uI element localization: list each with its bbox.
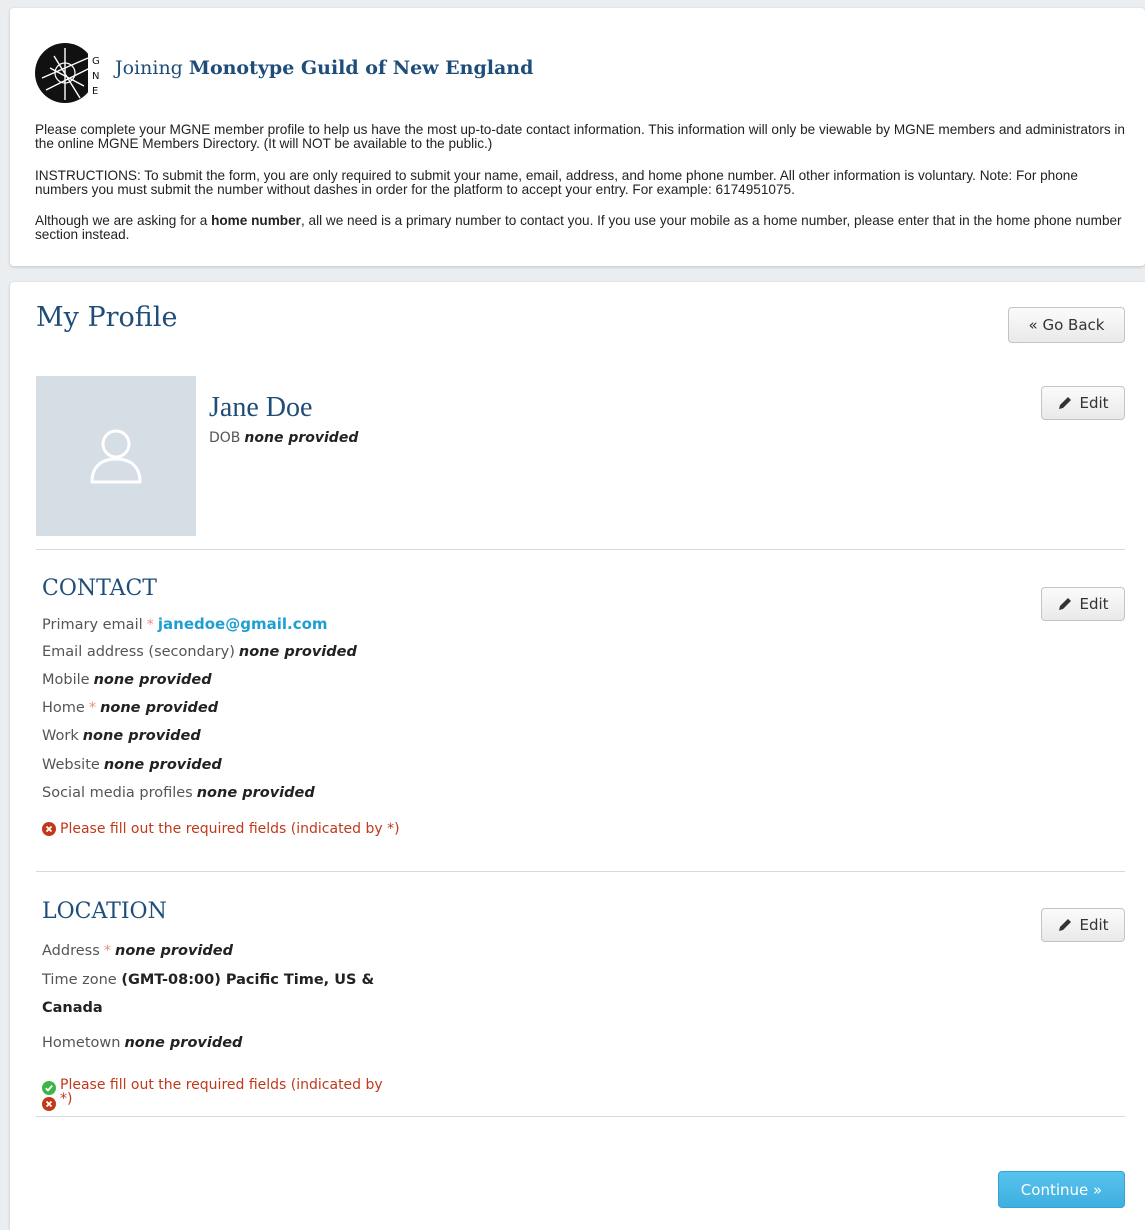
edit-location-label: Edit	[1079, 916, 1109, 934]
divider	[36, 871, 1125, 872]
hometown-field: Hometown none provided	[42, 1035, 242, 1051]
intro-paragraph-3: Although we are asking for a home number…	[35, 214, 1130, 242]
location-warning: Please fill out the required fields (ind…	[42, 1078, 383, 1111]
dob-value: none provided	[244, 430, 359, 446]
primary-email-value[interactable]: janedoe@gmail.com	[158, 615, 328, 633]
field-label: Mobile	[42, 672, 90, 688]
field-value: none provided	[115, 943, 233, 959]
required-marker: *	[88, 700, 97, 716]
field-label: Social media profiles	[42, 785, 193, 801]
edit-profile-button[interactable]: Edit	[1041, 386, 1125, 420]
contact-warning: Please fill out the required fields (ind…	[42, 821, 400, 837]
dob-label: DOB	[209, 430, 241, 446]
field-label: Primary email	[42, 617, 143, 633]
required-marker: *	[103, 943, 111, 959]
field-label: Hometown	[42, 1035, 121, 1051]
logo-letter-g: G	[92, 56, 100, 67]
location-warning-text: Please fill out the required fields (ind…	[60, 1078, 383, 1106]
org-title-name: Monotype Guild of New England	[188, 57, 534, 79]
profile-card: My Profile « Go Back Jane Doe DOB none pr…	[10, 282, 1145, 1230]
field-value: none provided	[93, 672, 212, 688]
gne-logo-icon: G N E	[35, 43, 102, 103]
primary-email-field: Primary email * janedoe@gmail.com	[42, 615, 328, 633]
required-marker: *	[146, 617, 154, 633]
home-phone-field: Home * none provided	[42, 700, 218, 716]
avatar[interactable]	[36, 376, 196, 536]
edit-profile-label: Edit	[1079, 394, 1109, 412]
intro-card: G N E Joining Monotype Guild of New Engl…	[10, 8, 1145, 266]
edit-location-button[interactable]: Edit	[1041, 908, 1125, 942]
field-label: Email address (secondary)	[42, 644, 235, 660]
field-label: Address	[42, 943, 100, 959]
pencil-icon	[1059, 397, 1072, 409]
edit-contact-label: Edit	[1079, 595, 1109, 613]
intro-paragraph-1: Please complete your MGNE member profile…	[35, 122, 1125, 151]
continue-button[interactable]: Continue »	[998, 1171, 1125, 1208]
logo-letter-e: E	[92, 86, 98, 97]
page-title: My Profile	[36, 302, 178, 333]
website-field: Website none provided	[42, 757, 222, 773]
intro-paragraph-2: INSTRUCTIONS: To submit the form, you ar…	[35, 168, 1078, 197]
pencil-icon	[1059, 598, 1072, 610]
field-label: Home	[42, 700, 85, 716]
field-label: Time zone	[42, 972, 117, 988]
field-value: none provided	[103, 757, 222, 773]
secondary-email-field: Email address (secondary) none provided	[42, 644, 357, 660]
error-circle-icon	[42, 822, 56, 836]
field-value: none provided	[100, 700, 219, 716]
work-phone-field: Work none provided	[42, 728, 201, 744]
mobile-field: Mobile none provided	[42, 672, 212, 688]
dob-field: DOB none provided	[209, 430, 358, 446]
field-label: Work	[42, 728, 79, 744]
time-zone-field: Time zone (GMT-08:00) Pacific Time, US &…	[42, 966, 402, 1022]
user-silhouette-icon	[90, 429, 142, 484]
address-field: Address * none provided	[42, 943, 233, 959]
location-section-title: LOCATION	[42, 899, 167, 924]
divider	[36, 549, 1125, 550]
person-name: Jane Doe	[209, 392, 313, 423]
field-value: none provided	[124, 1035, 243, 1051]
location-warning-line1: Please fill out the required fields (ind…	[60, 1077, 383, 1093]
org-title-prefix: Joining	[115, 57, 183, 79]
location-warning-icons	[42, 1081, 56, 1111]
intro-3-bold: home number	[211, 213, 301, 228]
field-value: none provided	[196, 785, 315, 801]
field-label: Website	[42, 757, 100, 773]
error-circle-icon	[42, 1097, 56, 1111]
divider	[36, 1116, 1125, 1117]
edit-contact-button[interactable]: Edit	[1041, 587, 1125, 621]
check-circle-icon	[42, 1081, 56, 1095]
field-value: none provided	[82, 728, 201, 744]
contact-section-title: CONTACT	[42, 576, 157, 601]
field-value: none provided	[238, 644, 357, 660]
logo-letter-n: N	[92, 71, 99, 82]
intro-3-before: Although we are asking for a	[35, 213, 212, 228]
go-back-button[interactable]: « Go Back	[1008, 307, 1125, 343]
org-title: Joining Monotype Guild of New England	[115, 57, 533, 79]
pencil-icon	[1059, 919, 1072, 931]
social-media-field: Social media profiles none provided	[42, 785, 315, 801]
location-warning-line2: *)	[60, 1091, 73, 1107]
contact-warning-text: Please fill out the required fields (ind…	[60, 821, 400, 837]
